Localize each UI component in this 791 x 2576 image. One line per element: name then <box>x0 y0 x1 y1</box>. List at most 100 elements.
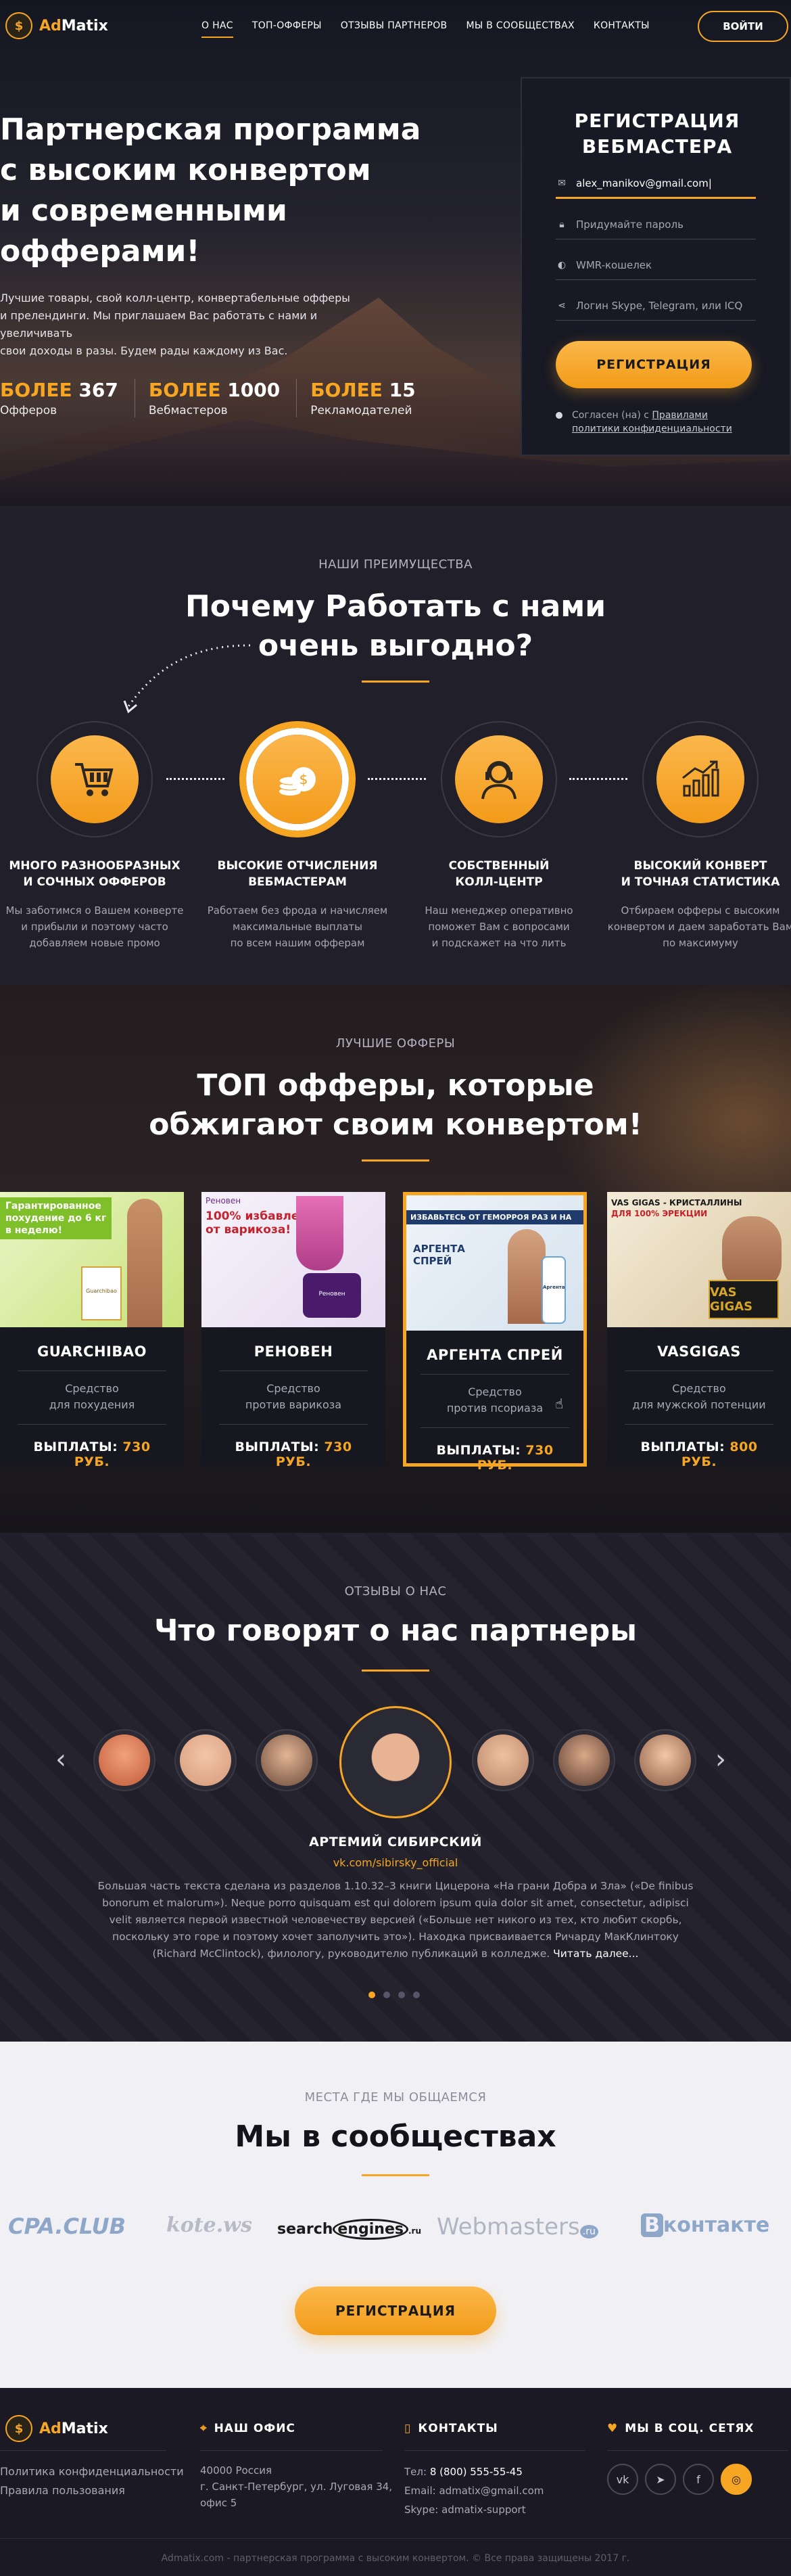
telegram-icon[interactable]: ➤ <box>645 2464 676 2495</box>
offer-payout: ВЫПЛАТЫ: 730 РУБ. <box>18 1424 166 1469</box>
searchengines-a: search <box>277 2221 333 2238</box>
advantage-text: Отбираем офферы с высоким конвертом и дае… <box>602 902 791 951</box>
password-placeholder: Придумайте пароль <box>576 218 684 231</box>
offers-title: ТОП офферы, которые обжигают своим конве… <box>0 1066 791 1145</box>
hand-cursor-icon: ☝ <box>555 1396 564 1412</box>
avatar[interactable] <box>93 1729 155 1791</box>
privacy-agreement[interactable]: Согласен (на) с Правилами политики конфид… <box>556 409 759 436</box>
nav-top-offers[interactable]: ТОП-ОФФЕРЫ <box>252 20 322 38</box>
vkontakte-logo[interactable]: Вконтакте <box>641 2213 769 2237</box>
email-field[interactable]: ✉ alex_manikov@gmail.com| <box>556 169 756 199</box>
terms-link[interactable]: Правила пользования <box>0 2481 184 2500</box>
hero-title-line: Партнерская программа <box>0 112 421 147</box>
avatar-photo <box>346 1713 445 1812</box>
read-more-link[interactable]: Читать далее... <box>553 1948 638 1960</box>
offers-title-line: обжигают своим конвертом! <box>149 1107 642 1142</box>
avatar[interactable] <box>553 1729 615 1791</box>
searchengines-logo[interactable]: search engines .ru <box>277 2219 421 2240</box>
office-line: г. Санкт-Петербург, ул. Луговая 34, <box>200 2481 393 2493</box>
slider-dot[interactable] <box>383 1992 390 1998</box>
hero-title-line: и современными <box>0 193 287 228</box>
avatar[interactable] <box>634 1729 696 1791</box>
webmasters-logo[interactable]: Webmasters .ru <box>437 2213 598 2240</box>
avatar-photo <box>261 1734 312 1786</box>
facebook-icon[interactable]: f <box>683 2464 714 2495</box>
wmr-placeholder: WMR-кошелек <box>576 258 652 271</box>
instagram-icon[interactable]: ◎ <box>721 2464 752 2495</box>
skype-value[interactable]: admatix-support <box>441 2504 525 2516</box>
offer-promo-line: Гарантированное <box>5 1201 101 1212</box>
register-button[interactable]: РЕГИСТРАЦИЯ <box>556 341 752 388</box>
advantage-text-line: поможет Вам с вопросами <box>428 921 570 933</box>
advantage-circle[interactable] <box>37 721 153 837</box>
advantage-name: МНОГО РАЗНООБРАЗНЫХ И СОЧНЫХ ОФФЕРОВ <box>0 858 193 890</box>
slider-dot[interactable] <box>398 1992 405 1998</box>
email-label: Email: <box>404 2485 436 2497</box>
offer-card-argenta[interactable]: ИЗБАВЬТЕСЬ ОТ ГЕМОРРОЯ РАЗ И НА Аргента … <box>403 1192 587 1473</box>
offer-desc-line: против варикоза <box>245 1398 342 1411</box>
slider-dot[interactable] <box>368 1992 375 1998</box>
advantage-circle[interactable] <box>642 721 759 837</box>
login-button[interactable]: ВОЙТИ <box>698 11 788 42</box>
office-address: 40000 Россия г. Санкт-Петербург, ул. Луг… <box>200 2462 396 2511</box>
advantage-text-line: и прибыли и поэтому часто <box>21 921 168 933</box>
contacts-title-text: КОНТАКТЫ <box>418 2422 498 2435</box>
cpa-club-logo[interactable]: CPA.CLUB <box>8 2213 126 2239</box>
reviews-title: Что говорят о нас партнеры <box>153 1613 638 1648</box>
nav-reviews[interactable]: ОТЗЫВЫ ПАРТНЕРОВ <box>341 20 448 38</box>
next-arrow-icon[interactable]: › <box>715 1744 726 1775</box>
privacy-policy-link[interactable]: Политика конфиденциальности <box>0 2462 184 2481</box>
offer-brand-small: Реновен <box>206 1196 241 1205</box>
footer-logo[interactable]: $ AdMatix <box>5 2415 108 2442</box>
email-value[interactable]: admatix@gmail.com <box>439 2485 544 2497</box>
offer-promo-line-2: похудение до 6 кг <box>5 1213 107 1224</box>
reviewer-link[interactable]: vk.com/sibirsky_official <box>0 1856 791 1869</box>
offer-card-guarchibao[interactable]: Гарантированное похудение до 6 кг в неделю… <box>0 1192 184 1469</box>
phone-icon: ▯ <box>404 2422 412 2435</box>
privacy-link[interactable]: Правилами <box>652 410 708 421</box>
offer-promo-banner: Гарантированное похудение до 6 кг в неделю… <box>0 1197 112 1239</box>
coins-icon: $ <box>253 735 342 824</box>
avatar[interactable] <box>256 1729 318 1791</box>
webmoney-icon: ◐ <box>557 259 567 271</box>
wmr-wallet-field[interactable]: ◐ WMR-кошелек <box>556 250 756 280</box>
slider-dot[interactable] <box>413 1992 420 1998</box>
nav-about[interactable]: О НАС <box>201 20 233 38</box>
kote-ws-logo[interactable]: kote.ws <box>166 2213 252 2237</box>
advantage-circle[interactable] <box>441 721 557 837</box>
phone-value[interactable]: 8 (800) 555-55-45 <box>430 2466 523 2478</box>
title-underline <box>362 2174 429 2176</box>
logo-text-matix: Matix <box>61 17 108 34</box>
messenger-login-field[interactable]: ⋖ Логин Skype, Telegram, или ICQ <box>556 291 756 321</box>
advantage-callcenter: СОБСТВЕННЫЙ КОЛЛ-ЦЕНТР Наш менеджер опера… <box>401 721 597 951</box>
avatar-active[interactable] <box>339 1706 452 1818</box>
advantage-circle[interactable]: $ <box>239 721 356 837</box>
prev-arrow-icon[interactable]: ‹ <box>55 1744 66 1775</box>
title-underline <box>362 1159 429 1162</box>
offer-card-vasgigas[interactable]: VAS GIGAS - КРИСТАЛЛИНЫ ДЛЯ 100% ЭРЕКЦИИ … <box>607 1192 791 1469</box>
privacy-link-2[interactable]: политики конфиденциальности <box>572 423 732 434</box>
model-figure <box>127 1199 162 1327</box>
registration-title-line: РЕГИСТРАЦИЯ <box>574 110 740 132</box>
advantage-text-line: по максимуму <box>663 937 738 949</box>
payout-label: ВЫПЛАТЫ: <box>640 1440 725 1454</box>
offer-card-renoven[interactable]: Реновен 100% избавление от варикоза! Рено… <box>201 1192 385 1469</box>
advantage-offers: МНОГО РАЗНООБРАЗНЫХ И СОЧНЫХ ОФФЕРОВ Мы з… <box>0 721 193 951</box>
agree-prefix: Согласен (на) с <box>572 410 652 421</box>
communities-register-button[interactable]: РЕГИСТРАЦИЯ <box>295 2286 496 2335</box>
logo[interactable]: $ AdMatix <box>5 12 108 39</box>
title-underline <box>362 1670 429 1672</box>
avatar[interactable] <box>472 1729 534 1791</box>
offer-promo-line: СПРЕЙ <box>413 1255 452 1267</box>
nav-communities[interactable]: МЫ В СООБЩЕСТВАХ <box>466 20 574 38</box>
nav-contacts[interactable]: КОНТАКТЫ <box>594 20 650 38</box>
password-field[interactable]: 🔒︎ Придумайте пароль <box>556 210 756 239</box>
curved-arrow-decoration <box>123 644 251 714</box>
avatar[interactable] <box>174 1729 237 1791</box>
hero-desc-line: Лучшие товары, свой колл-центр, конверта… <box>0 292 350 304</box>
product-jar: Реновен <box>303 1273 361 1318</box>
vk-icon[interactable]: vk <box>607 2464 638 2495</box>
offer-promo-banner: ИЗБАВЬТЕСЬ ОТ ГЕМОРРОЯ РАЗ И НА <box>406 1210 583 1224</box>
agree-radio[interactable] <box>556 412 562 419</box>
heart-icon: ♥ <box>607 2422 619 2435</box>
